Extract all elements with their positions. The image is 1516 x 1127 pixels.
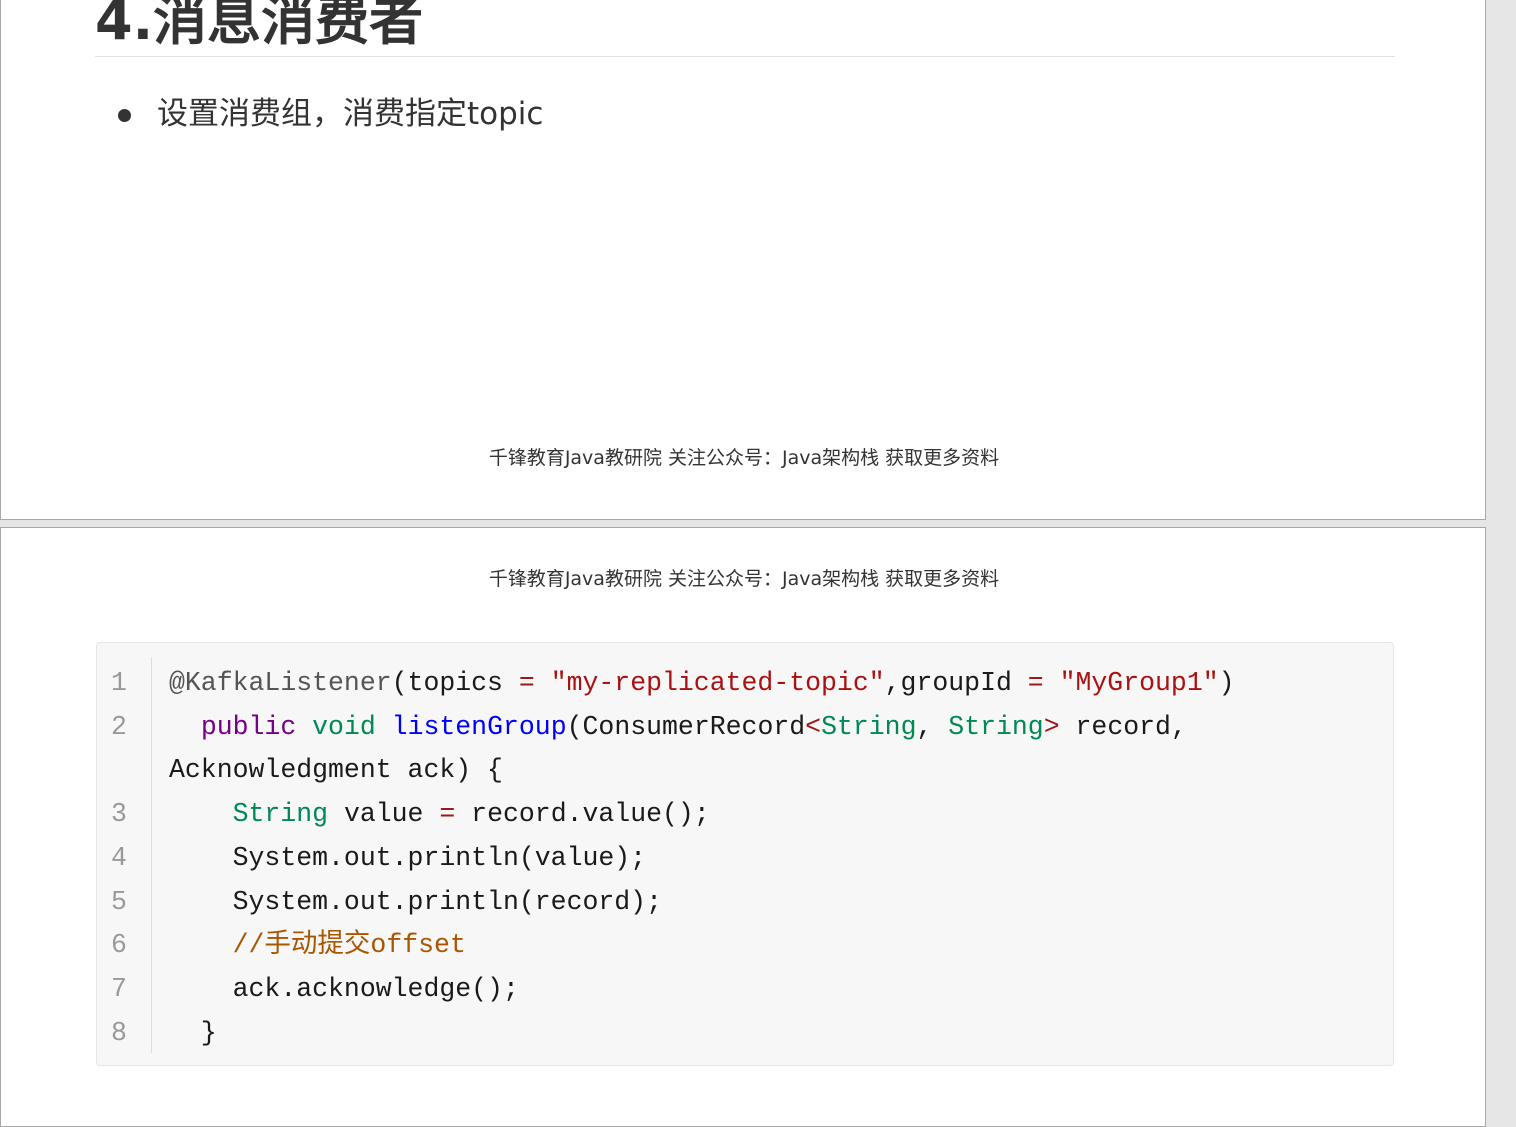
code-line: Acknowledgment ack) { bbox=[97, 748, 1393, 792]
code-token-plain: ,groupId bbox=[884, 668, 1028, 698]
line-number: 6 bbox=[111, 930, 127, 961]
code-token-plain: ack.acknowledge(); bbox=[169, 973, 519, 1004]
code-line: 6 //手动提交offset bbox=[97, 923, 1393, 967]
line-number: 3 bbox=[111, 799, 127, 830]
code-token-string: "MyGroup1" bbox=[1059, 668, 1219, 698]
code-text: System.out.println(record); bbox=[169, 880, 662, 924]
code-line: 4 System.out.println(value); bbox=[97, 836, 1393, 880]
page-header: 千锋教育Java教研院 关注公众号：Java架构栈 获取更多资料 bbox=[488, 568, 1000, 590]
code-token-plain: Acknowledgment ack) { bbox=[169, 755, 503, 786]
code-token-plain: (ConsumerRecord bbox=[566, 711, 806, 742]
code-token-keyword: public bbox=[200, 711, 297, 742]
code-token-op: < bbox=[805, 711, 822, 742]
code-token-plain: value bbox=[328, 799, 440, 830]
line-number: 5 bbox=[111, 886, 127, 917]
code-token-op: = bbox=[1027, 668, 1044, 698]
code-token-type: void bbox=[312, 711, 376, 742]
code-token-plain: System.out.println(value); bbox=[169, 842, 647, 873]
code-line: 7 ack.acknowledge(); bbox=[97, 967, 1393, 1011]
code-token-plain: System.out.println(record); bbox=[169, 886, 662, 917]
line-number: 8 bbox=[111, 1017, 127, 1048]
heading-divider bbox=[95, 56, 1395, 57]
code-token-type: String bbox=[232, 799, 329, 830]
code-text: } bbox=[169, 1011, 217, 1055]
code-token-string: "my-replicated-topic" bbox=[550, 668, 885, 698]
code-token-op: > bbox=[1043, 711, 1060, 742]
code-token-plain: record.value(); bbox=[455, 799, 710, 830]
code-line: 1 @KafkaListener(topics = "my-replicated-… bbox=[97, 661, 1393, 705]
bullet-item: 设置消费组，消费指定topic bbox=[111, 91, 543, 137]
code-token-type: String bbox=[948, 711, 1044, 742]
code-token-op: = bbox=[518, 668, 535, 698]
code-token-meta: @KafkaListener bbox=[169, 668, 392, 698]
line-number: 4 bbox=[111, 842, 127, 873]
line-number: 7 bbox=[111, 973, 127, 1004]
code-token-type: String bbox=[821, 711, 917, 742]
code-text: @KafkaListener(topics = "my-replicated-t… bbox=[169, 661, 1235, 705]
code-line: 5 System.out.println(record); bbox=[97, 880, 1393, 924]
code-token-def: listenGroup bbox=[391, 711, 567, 742]
code-text: Acknowledgment ack) { bbox=[169, 748, 503, 792]
code-text: String value = record.value(); bbox=[169, 792, 710, 836]
page-footer: 千锋教育Java教研院 关注公众号：Java架构栈 获取更多资料 bbox=[488, 447, 1000, 469]
bullet-text: 设置消费组，消费指定topic bbox=[157, 96, 544, 132]
code-text: public void listenGroup(ConsumerRecord<S… bbox=[169, 705, 1187, 749]
code-token-plain: (topics bbox=[391, 668, 519, 698]
code-text: //手动提交offset bbox=[169, 923, 466, 967]
section-heading: 4.消息消费者 bbox=[95, 0, 424, 52]
code-line: 2 public void listenGroup(ConsumerRecord… bbox=[97, 705, 1393, 749]
code-line: 3 String value = record.value(); bbox=[97, 792, 1393, 836]
code-block[interactable]: 1 @KafkaListener(topics = "my-replicated-… bbox=[96, 642, 1394, 1066]
code-line: 8 } bbox=[97, 1011, 1393, 1055]
bullet-dot-icon bbox=[118, 109, 131, 122]
code-text: System.out.println(value); bbox=[169, 836, 646, 880]
code-token-plain: } bbox=[169, 1017, 217, 1048]
bullet-list: 设置消费组，消费指定topic bbox=[111, 91, 543, 137]
code-token-plain: ) bbox=[1218, 668, 1235, 698]
scrollbar-track[interactable] bbox=[1489, 0, 1516, 1090]
line-number: 2 bbox=[111, 711, 127, 742]
code-text: ack.acknowledge(); bbox=[169, 967, 519, 1011]
document-page-1: 4.消息消费者 设置消费组，消费指定topic 千锋教育Java教研院 关注公众… bbox=[0, 0, 1486, 520]
code-token-op: = bbox=[439, 799, 456, 830]
line-number: 1 bbox=[111, 668, 127, 698]
code-token-comment: //手动提交offset bbox=[232, 930, 466, 961]
code-token-plain: record, bbox=[1059, 711, 1187, 742]
document-page-2: 千锋教育Java教研院 关注公众号：Java架构栈 获取更多资料 1 @Kafka… bbox=[0, 527, 1486, 1127]
code-token-plain: , bbox=[916, 711, 949, 742]
